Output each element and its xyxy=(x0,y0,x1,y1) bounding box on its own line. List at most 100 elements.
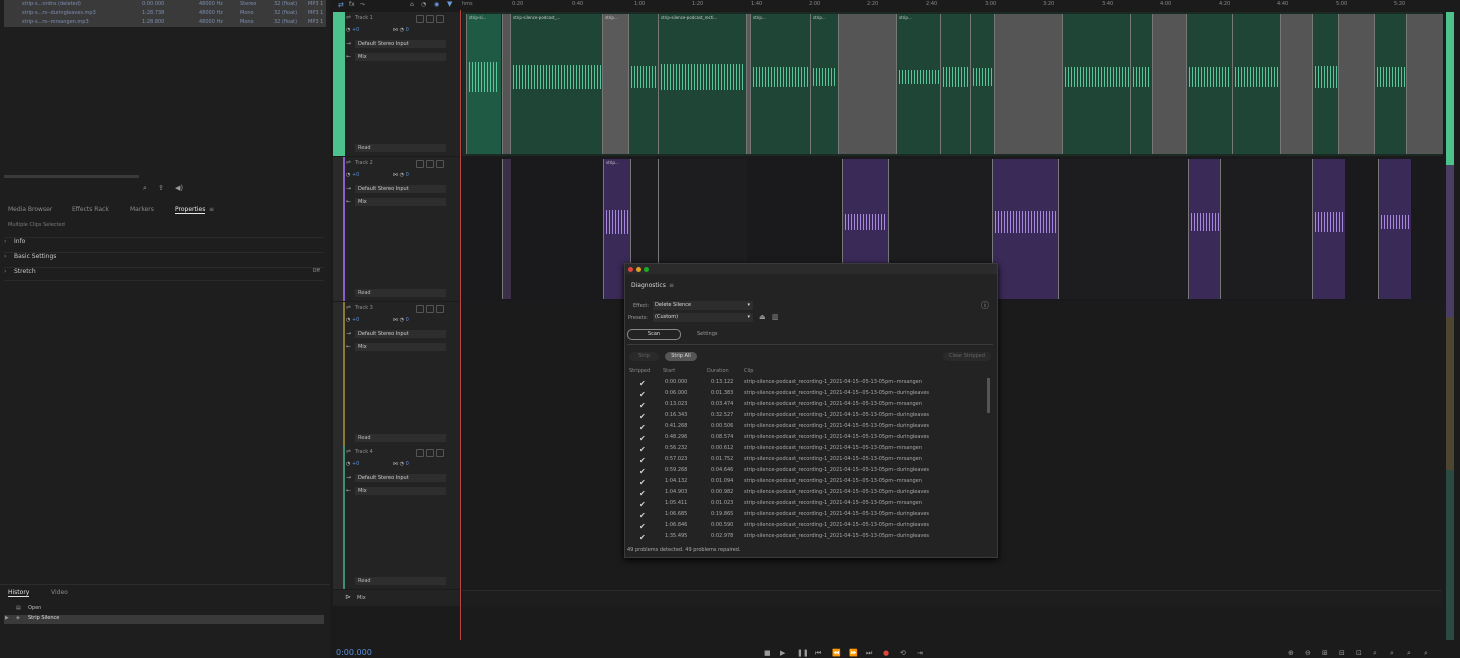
table-row[interactable]: ✔ 1:04.132 0:01.094 strip-silence-podcast_r… xyxy=(625,476,997,487)
checkmark-icon[interactable]: ✔ xyxy=(639,445,646,454)
presets-select[interactable]: (Custom) ▾ xyxy=(653,313,753,322)
audio-clip[interactable] xyxy=(940,14,971,154)
audio-clip[interactable] xyxy=(1232,14,1281,154)
checkmark-icon[interactable]: ✔ xyxy=(639,489,646,498)
pan-value[interactable]: 0 xyxy=(406,461,409,467)
audio-clip[interactable] xyxy=(994,14,1063,154)
volume-knob-icon[interactable]: ◔ xyxy=(346,172,350,178)
info-icon[interactable]: ⓘ xyxy=(981,300,989,311)
track-header-2[interactable]: ⇌ Track 2 ◔ +0 ⋈ ◔ 0 → Default Stereo Input ← M… xyxy=(333,157,460,301)
pan-knob-icon[interactable]: ◔ xyxy=(400,27,404,33)
audio-clip[interactable]: strip... xyxy=(602,14,629,154)
checkmark-icon[interactable]: ✔ xyxy=(639,390,646,399)
audio-clip[interactable] xyxy=(1152,14,1187,154)
table-row[interactable]: ✔ 1:06.685 0:19.865 strip-silence-podcast_r… xyxy=(625,509,997,520)
audio-clip[interactable] xyxy=(1186,14,1233,154)
mute-button[interactable] xyxy=(416,160,424,168)
column-start[interactable]: Start xyxy=(663,368,675,374)
audio-clip[interactable] xyxy=(1188,159,1221,299)
volume-value[interactable]: +0 xyxy=(352,27,359,33)
output-select[interactable]: Mix xyxy=(355,198,446,206)
track-name[interactable]: Track 3 xyxy=(355,305,373,311)
audio-clip[interactable]: strip-si... xyxy=(466,14,501,154)
table-row[interactable]: ✔ 1:04.903 0:00.982 strip-silence-podcast_r… xyxy=(625,487,997,498)
maximize-icon[interactable] xyxy=(644,267,649,272)
strip-button[interactable]: Strip xyxy=(629,352,659,361)
tab-markers[interactable]: Markers xyxy=(130,206,154,213)
loop-icon[interactable]: ⇄ xyxy=(338,1,344,9)
input-select[interactable]: Default Stereo Input xyxy=(355,185,446,193)
file-row[interactable]: strip-s...nrdns (deleted) 0:00.000 48000… xyxy=(4,0,326,9)
pan-knob-icon[interactable]: ◔ xyxy=(400,317,404,323)
mute-button[interactable] xyxy=(416,15,424,23)
table-row[interactable]: ✔ 1:06.846 0:00.590 strip-silence-podcast_r… xyxy=(625,520,997,531)
table-row[interactable]: ✔ 0:41.268 0:00.506 strip-silence-podcast_r… xyxy=(625,421,997,432)
delete-preset-icon[interactable]: ▥ xyxy=(772,313,779,321)
checkmark-icon[interactable]: ✔ xyxy=(639,401,646,410)
column-stripped[interactable]: Stripped xyxy=(629,368,650,374)
audio-clip[interactable] xyxy=(1220,159,1313,299)
time-ruler[interactable]: hms 0:20 0:40 1:00 1:20 1:40 2:00 2:20 2:40 3:00 3… xyxy=(462,0,1442,10)
clear-stripped-button[interactable]: Clear Stripped xyxy=(943,352,991,361)
search-icon[interactable]: ⌕ xyxy=(143,184,147,193)
tab-menu-icon[interactable]: ≡ xyxy=(209,206,214,213)
record-arm-button[interactable] xyxy=(436,305,444,313)
pan-value[interactable]: 0 xyxy=(406,317,409,323)
input-select[interactable]: Default Stereo Input xyxy=(355,40,446,48)
skip-selection-icon[interactable]: ⇥ xyxy=(917,649,923,657)
audio-clip[interactable] xyxy=(1280,14,1313,154)
effect-select[interactable]: Delete Silence ▾ xyxy=(653,301,753,310)
track-header-1[interactable]: ⇌ Track 1 ◔ +0 ⋈ ◔ 0 → Default Stereo Input ← M… xyxy=(333,12,460,156)
playhead[interactable] xyxy=(460,10,461,640)
checkmark-icon[interactable]: ✔ xyxy=(639,467,646,476)
mute-button[interactable] xyxy=(416,305,424,313)
tab-history[interactable]: History xyxy=(8,589,30,597)
record-arm-button[interactable] xyxy=(436,15,444,23)
play-icon[interactable]: ▶ xyxy=(780,649,785,657)
table-row[interactable]: ✔ 1:35.495 0:02.978 strip-silence-podcast_r… xyxy=(625,531,997,542)
track-header-3[interactable]: ⇌ Track 3 ◔ +0 ⋈ ◔ 0 → Default Stereo Input ← M… xyxy=(333,302,460,446)
loop-playback-icon[interactable]: ⟲ xyxy=(900,649,906,657)
track-1-lane[interactable]: strip-si... strip-silence-podcast_... stri… xyxy=(462,12,1443,156)
tab-video[interactable]: Video xyxy=(51,589,68,596)
audio-clip[interactable] xyxy=(970,14,995,154)
table-row[interactable]: ✔ 0:06.000 0:01.383 strip-silence-podcast_r… xyxy=(625,388,997,399)
minimize-icon[interactable] xyxy=(636,267,641,272)
pan-knob-icon[interactable]: ◔ xyxy=(400,172,404,178)
input-select[interactable]: Default Stereo Input xyxy=(355,474,446,482)
fast-forward-icon[interactable]: ⏩ xyxy=(849,649,858,657)
stop-icon[interactable]: ■ xyxy=(764,649,771,657)
zoom-in-time-icon[interactable]: ⊞ xyxy=(1322,649,1328,657)
table-row[interactable]: ✔ 0:48.296 0:08.574 strip-silence-podcast_r… xyxy=(625,432,997,443)
table-row[interactable]: ✔ 0:16.343 0:32.527 strip-silence-podcast_r… xyxy=(625,410,997,421)
diagnostics-titlebar[interactable] xyxy=(625,264,997,274)
audio-clip[interactable] xyxy=(1406,14,1443,154)
column-clip[interactable]: Clip xyxy=(744,368,753,374)
timer-icon[interactable]: ◔ xyxy=(421,1,426,8)
input-select[interactable]: Default Stereo Input xyxy=(355,330,446,338)
table-row[interactable]: ✔ 0:59.268 0:04.646 strip-silence-podcast_r… xyxy=(625,465,997,476)
checkmark-icon[interactable]: ✔ xyxy=(639,412,646,421)
checkmark-icon[interactable]: ✔ xyxy=(639,533,646,542)
history-item-selected[interactable]: ▶ ◈ Strip Silence xyxy=(4,615,324,624)
output-select[interactable]: Mix xyxy=(355,343,446,351)
import-icon[interactable]: ⇪ xyxy=(158,184,164,192)
speaker-icon[interactable]: ◀) xyxy=(175,184,183,192)
file-row[interactable]: strip-s...rs--mrsangen.mp3 1:28.800 4800… xyxy=(4,18,326,27)
volume-knob-icon[interactable]: ◔ xyxy=(346,461,350,467)
automation-mode-select[interactable]: Read xyxy=(355,434,446,442)
table-row[interactable]: ✔ 0:13.023 0:03.474 strip-silence-podcast_r… xyxy=(625,399,997,410)
mute-button[interactable] xyxy=(416,449,424,457)
volume-knob-icon[interactable]: ◔ xyxy=(346,317,350,323)
audio-clip[interactable] xyxy=(1374,14,1407,154)
tab-scan[interactable]: Scan xyxy=(627,329,681,340)
record-arm-button[interactable] xyxy=(436,160,444,168)
volume-value[interactable]: +0 xyxy=(352,317,359,323)
save-preset-icon[interactable]: ⏏ xyxy=(759,313,766,321)
solo-button[interactable] xyxy=(426,160,434,168)
audio-clip[interactable] xyxy=(1338,14,1375,154)
zoom-icon[interactable]: ◉ xyxy=(434,1,439,8)
tab-effects-rack[interactable]: Effects Rack xyxy=(72,206,109,213)
volume-value[interactable]: +0 xyxy=(352,172,359,178)
table-row[interactable]: ✔ 0:56.232 0:00.612 strip-silence-podcast_r… xyxy=(625,443,997,454)
